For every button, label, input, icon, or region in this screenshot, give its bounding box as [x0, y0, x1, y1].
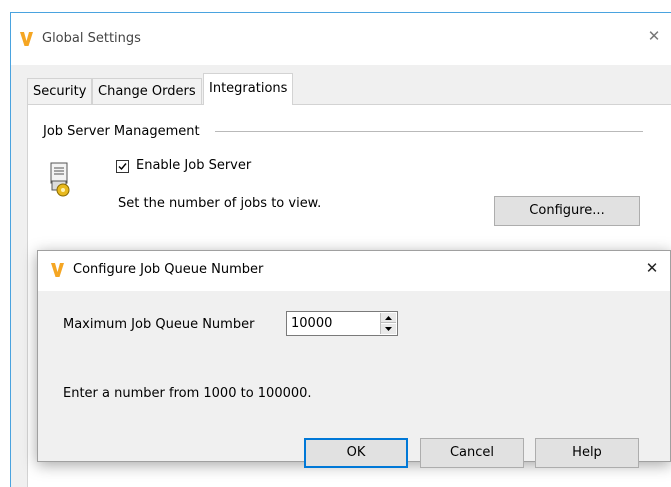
spin-buttons	[380, 313, 396, 334]
max-job-queue-label: Maximum Job Queue Number	[63, 317, 255, 332]
tab-change-orders-label: Change Orders	[98, 84, 196, 99]
max-job-queue-input[interactable]: 10000	[286, 311, 398, 336]
enable-job-server-label: Enable Job Server	[136, 158, 252, 173]
group-divider	[215, 131, 643, 132]
range-hint: Enter a number from 1000 to 100000.	[63, 386, 312, 401]
arrow-up-icon	[385, 316, 392, 320]
enable-job-server-checkbox[interactable]: Enable Job Server	[116, 157, 296, 177]
main-window-title: Global Settings	[42, 31, 141, 46]
close-icon: ✕	[645, 259, 659, 277]
job-server-icon	[50, 162, 70, 197]
help-button-label: Help	[572, 445, 602, 460]
tab-integrations[interactable]: Integrations	[203, 73, 294, 105]
tab-security[interactable]: Security	[27, 78, 93, 105]
dialog-title: Configure Job Queue Number	[73, 262, 264, 277]
app-logo-icon	[20, 32, 33, 46]
dialog-close-button[interactable]: ✕	[638, 259, 666, 281]
cancel-button-label: Cancel	[449, 445, 495, 460]
checkbox-box	[116, 160, 129, 173]
ok-button[interactable]: OK	[304, 438, 408, 468]
checkmark-icon	[118, 163, 127, 171]
spin-down-button[interactable]	[381, 324, 396, 334]
arrow-down-icon	[385, 327, 392, 331]
cancel-button[interactable]: Cancel	[420, 438, 524, 468]
main-close-button[interactable]: ✕	[640, 27, 668, 49]
configure-job-queue-dialog: Configure Job Queue Number ✕ Maximum Job…	[37, 250, 671, 468]
close-icon: ✕	[647, 27, 661, 45]
jobs-description: Set the number of jobs to view.	[118, 196, 322, 211]
tab-change-orders[interactable]: Change Orders	[92, 78, 202, 105]
configure-button[interactable]: Configure...	[494, 196, 640, 226]
ok-button-label: OK	[346, 445, 366, 460]
group-title: Job Server Management	[43, 124, 200, 139]
dialog-logo-icon	[51, 263, 64, 277]
spin-up-button[interactable]	[381, 313, 396, 323]
configure-button-label: Configure...	[529, 203, 605, 218]
tab-integrations-label: Integrations	[209, 81, 288, 96]
max-job-queue-value: 10000	[291, 316, 333, 331]
tab-security-label: Security	[33, 84, 87, 99]
help-button[interactable]: Help	[535, 438, 639, 468]
